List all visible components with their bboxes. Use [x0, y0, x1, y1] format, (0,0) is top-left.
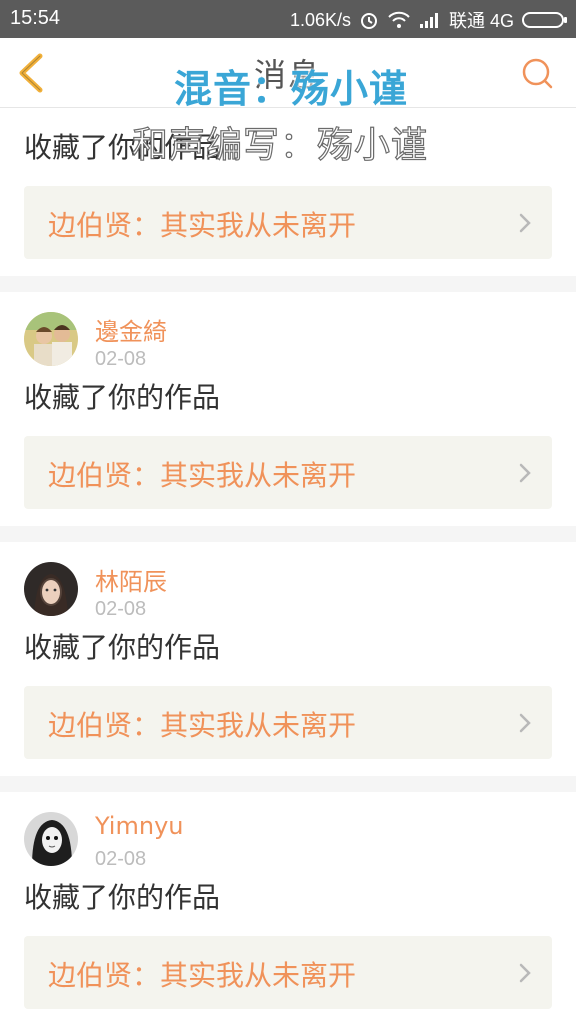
action-text: 收藏了你的作品	[24, 631, 221, 664]
avatar[interactable]	[24, 812, 78, 866]
chevron-right-icon	[519, 213, 531, 233]
user-row: Yimnyu 02-08	[0, 792, 576, 878]
network-speed: 1.06K/s	[289, 9, 351, 30]
message-card: 林陌辰 02-08 收藏了你的作品 边伯贤：其实我从未离开	[0, 542, 576, 776]
work-link[interactable]: 边伯贤：其实我从未离开	[24, 186, 552, 259]
carrier-label: 联通 4G	[448, 11, 514, 31]
user-name[interactable]: Yimnyu	[95, 812, 183, 840]
status-time: 15:54	[10, 7, 61, 29]
post-date: 02-08	[95, 848, 147, 870]
signal-icon	[419, 13, 438, 28]
message-card: Yimnyu 02-08 收藏了你的作品 边伯贤：其实我从未离开	[0, 792, 576, 1026]
message-feed: 收藏了你的作品 边伯贤：其实我从未离开 邊金綺 02-08 收藏了你的作品 边伯…	[0, 108, 576, 1026]
post-date: 02-08	[95, 348, 147, 370]
alarm-icon	[360, 13, 377, 29]
avatar[interactable]	[24, 562, 78, 616]
work-title: 边伯贤：其实我从未离开	[48, 209, 357, 242]
overlay-caption-harmony: 和声编写：殇小谨	[131, 124, 429, 166]
post-date: 02-08	[95, 598, 147, 620]
chevron-right-icon	[519, 463, 531, 483]
search-icon[interactable]	[520, 56, 554, 90]
chevron-right-icon	[519, 963, 531, 983]
work-link[interactable]: 边伯贤：其实我从未离开	[24, 436, 552, 509]
status-bar: 15:54 1.06K/s 联通 4G	[0, 0, 576, 38]
wifi-icon	[388, 11, 410, 28]
message-card: 邊金綺 02-08 收藏了你的作品 边伯贤：其实我从未离开	[0, 292, 576, 526]
avatar[interactable]	[24, 312, 78, 366]
chevron-right-icon	[519, 713, 531, 733]
nav-bar: 消息 混音：殇小谨	[0, 38, 576, 111]
action-text: 收藏了你的作品	[24, 381, 221, 414]
battery-icon	[522, 12, 567, 28]
work-title: 边伯贤：其实我从未离开	[48, 459, 357, 492]
user-row: 林陌辰 02-08	[0, 542, 576, 628]
work-title: 边伯贤：其实我从未离开	[48, 709, 357, 742]
work-title: 边伯贤：其实我从未离开	[48, 959, 357, 992]
user-name[interactable]: 邊金綺	[95, 312, 167, 347]
status-indicators: 1.06K/s 联通 4G	[289, 7, 567, 33]
user-row: 邊金綺 02-08	[0, 292, 576, 378]
action-text: 收藏了你的作品	[24, 881, 221, 914]
work-link[interactable]: 边伯贤：其实我从未离开	[24, 686, 552, 759]
user-name[interactable]: 林陌辰	[95, 562, 167, 597]
overlay-caption-mix: 混音：殇小谨	[174, 67, 409, 111]
work-link[interactable]: 边伯贤：其实我从未离开	[24, 936, 552, 1009]
